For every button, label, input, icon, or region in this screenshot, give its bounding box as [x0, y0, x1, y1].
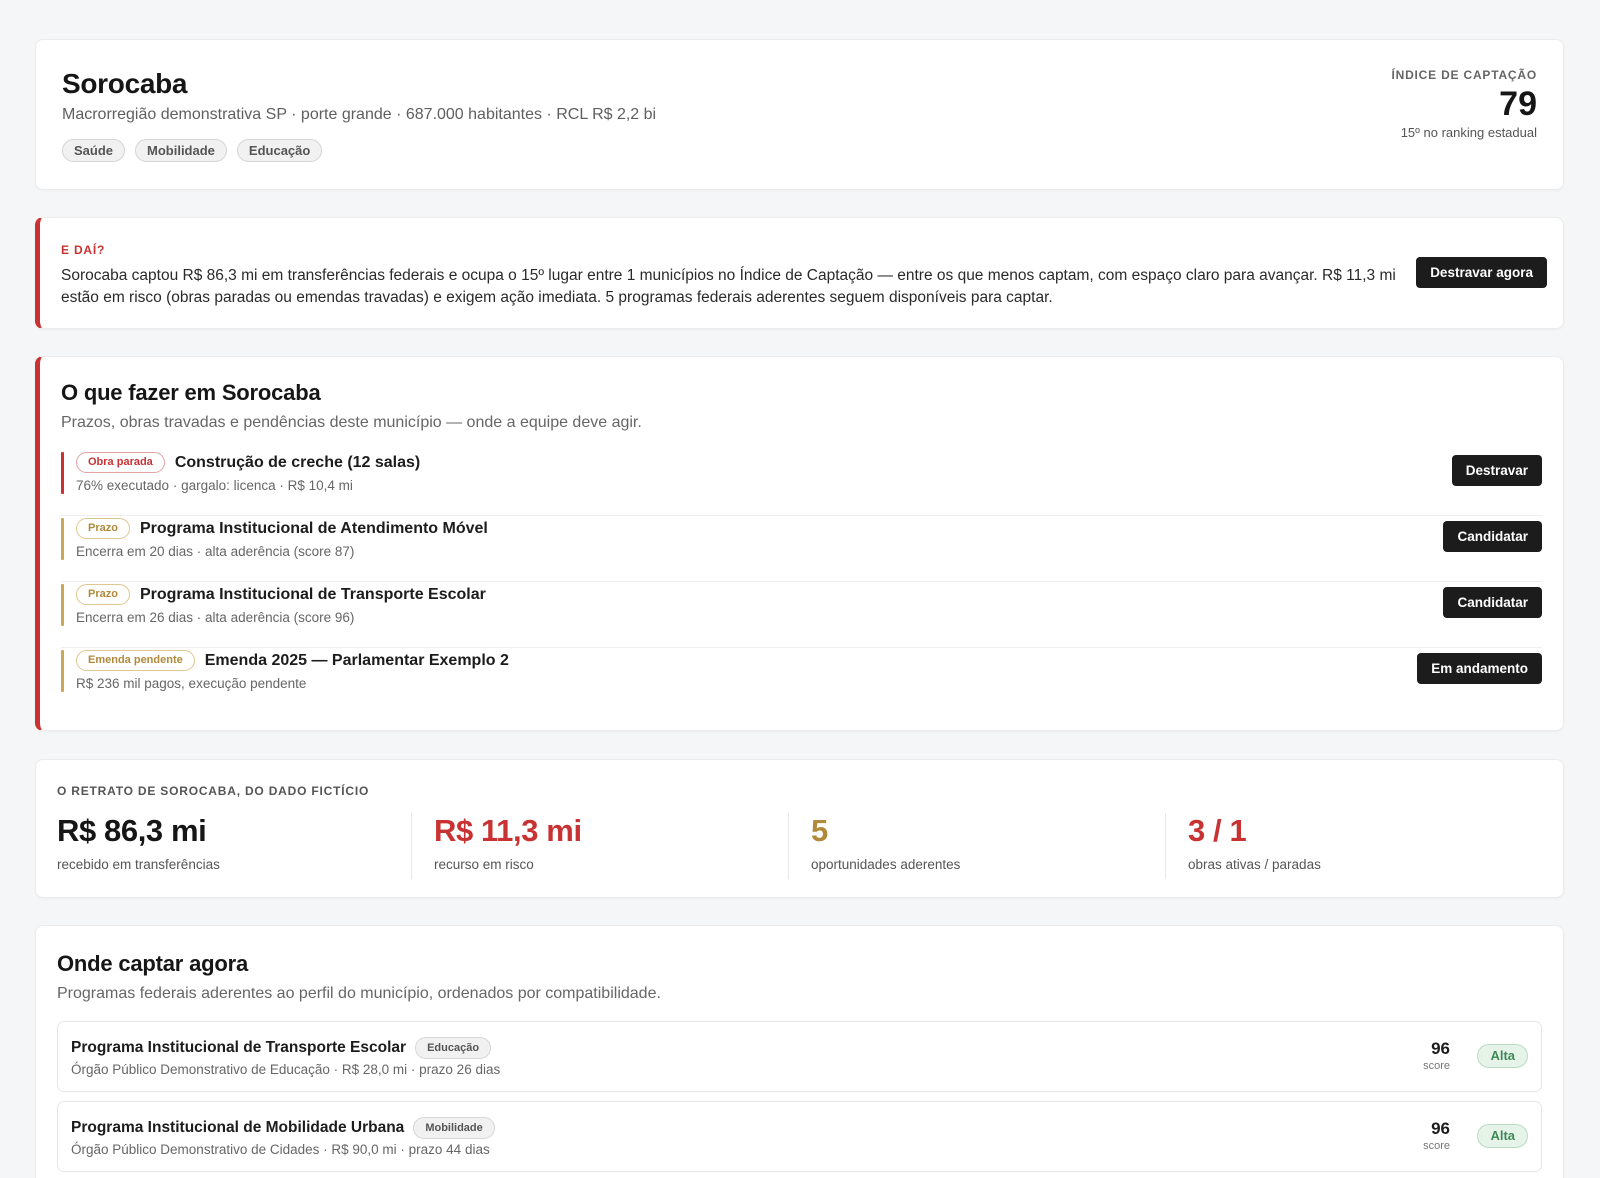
action-item-meta: Encerra em 26 dias · alta aderência (sco…: [76, 610, 355, 625]
program-tag: Educação: [415, 1037, 492, 1059]
action-item-accent-bar: [61, 452, 64, 494]
stat-value: 3 / 1: [1188, 813, 1247, 848]
capture-index-label: ÍNDICE DE CAPTAÇÃO: [1391, 68, 1537, 82]
stats-row: R$ 86,3 mi recebido em transferências R$…: [57, 813, 1542, 879]
action-item: Prazo Programa Institucional de Atendime…: [61, 516, 1542, 582]
stats-kicker: O RETRATO DE SOROCABA, DO DADO FICTÍCIO: [57, 784, 370, 798]
action-item-title: Programa Institucional de Transporte Esc…: [139, 585, 486, 603]
programs-list: Programa Institucional de Transporte Esc…: [57, 1021, 1542, 1178]
status-badge: Emenda pendente: [76, 650, 195, 671]
in-progress-button[interactable]: Em andamento: [1417, 653, 1542, 684]
action-item-title: Construção de creche (12 salas): [174, 453, 421, 471]
program-item[interactable]: Programa Institucional de Transporte Esc…: [57, 1021, 1542, 1092]
action-item-meta: R$ 236 mil pagos, execução pendente: [76, 676, 307, 691]
action-item-title: Emenda 2025 — Parlamentar Exemplo 2: [204, 651, 509, 669]
program-meta: Órgão Público Demonstrativo de Cidades ·…: [71, 1142, 490, 1157]
apply-button[interactable]: Candidatar: [1443, 521, 1542, 552]
stat-at-risk: R$ 11,3 mi recurso em risco: [411, 813, 788, 879]
program-tag: Mobilidade: [413, 1117, 495, 1139]
tag-saude[interactable]: Saúde: [62, 139, 126, 162]
action-item: Obra parada Construção de creche (12 sal…: [61, 450, 1542, 516]
insight-card: E DAÍ? Sorocaba captou R$ 86,3 mi em tra…: [35, 217, 1564, 329]
status-badge: Obra parada: [76, 452, 165, 473]
action-item: Prazo Programa Institucional de Transpor…: [61, 582, 1542, 648]
capture-index: ÍNDICE DE CAPTAÇÃO 79 15º no ranking est…: [1391, 68, 1537, 140]
unlock-now-button[interactable]: Destravar agora: [1416, 257, 1547, 288]
stat-received: R$ 86,3 mi recebido em transferências: [57, 813, 411, 879]
action-item-accent-bar: [61, 650, 64, 692]
score-value: 96: [1431, 1119, 1450, 1138]
action-item-accent-bar: [61, 518, 64, 560]
status-badge: Prazo: [76, 518, 130, 539]
programs-title: Onde captar agora: [57, 951, 248, 976]
municipality-header-card: Sorocaba Macrorregião demonstrativa SP ·…: [35, 39, 1564, 190]
program-item[interactable]: Programa Institucional de Mobilidade Urb…: [57, 1101, 1542, 1172]
stat-label: recebido em transferências: [57, 857, 220, 872]
insight-kicker: E DAÍ?: [61, 243, 106, 257]
stat-label: oportunidades aderentes: [811, 857, 961, 872]
tag-mobilidade[interactable]: Mobilidade: [135, 139, 227, 162]
theme-tags: Saúde Mobilidade Educação: [62, 139, 323, 162]
action-items-title: O que fazer em Sorocaba: [61, 380, 321, 405]
insight-text: Sorocaba captou R$ 86,3 mi em transferên…: [61, 267, 1396, 306]
action-items-subtitle: Prazos, obras travadas e pendências dest…: [61, 414, 642, 431]
stat-works: 3 / 1 obras ativas / paradas: [1165, 813, 1542, 879]
program-score: 96 score: [1423, 1119, 1450, 1152]
action-item-meta: Encerra em 20 dias · alta aderência (sco…: [76, 544, 355, 559]
unlock-button[interactable]: Destravar: [1451, 455, 1542, 486]
stats-card: O RETRATO DE SOROCABA, DO DADO FICTÍCIO …: [35, 759, 1564, 898]
stat-value: 5: [811, 813, 828, 848]
action-item-title: Programa Institucional de Atendimento Mó…: [139, 519, 488, 537]
stat-label: obras ativas / paradas: [1188, 857, 1321, 872]
program-score: 96 score: [1423, 1039, 1450, 1072]
program-title: Programa Institucional de Mobilidade Urb…: [71, 1119, 405, 1136]
capture-index-rank: 15º no ranking estadual: [1400, 125, 1537, 140]
program-meta: Órgão Público Demonstrativo de Educação …: [71, 1062, 501, 1077]
score-label: score: [1423, 1140, 1450, 1152]
stat-label: recurso em risco: [434, 857, 534, 872]
tag-educacao[interactable]: Educação: [236, 139, 323, 162]
page-title: Sorocaba: [62, 68, 188, 99]
action-items-card: O que fazer em Sorocaba Prazos, obras tr…: [35, 356, 1564, 731]
action-item-meta: 76% executado · gargalo: licenca · R$ 10…: [76, 478, 353, 493]
action-item-accent-bar: [61, 584, 64, 626]
municipality-subtitle: Macrorregião demonstrativa SP · porte gr…: [62, 106, 657, 123]
programs-subtitle: Programas federais aderentes ao perfil d…: [57, 985, 661, 1002]
stat-value: R$ 11,3 mi: [434, 813, 582, 848]
programs-card: Onde captar agora Programas federais ade…: [35, 925, 1564, 1178]
score-value: 96: [1431, 1039, 1450, 1058]
action-items-list: Obra parada Construção de creche (12 sal…: [61, 450, 1542, 714]
apply-button[interactable]: Candidatar: [1443, 587, 1542, 618]
compatibility-badge: Alta: [1477, 1044, 1528, 1068]
status-badge: Prazo: [76, 584, 130, 605]
stat-value: R$ 86,3 mi: [57, 813, 207, 848]
action-item: Emenda pendente Emenda 2025 — Parlamenta…: [61, 648, 1542, 714]
capture-index-value: 79: [1499, 85, 1537, 123]
stat-opportunities: 5 oportunidades aderentes: [788, 813, 1165, 879]
score-label: score: [1423, 1060, 1450, 1072]
program-title: Programa Institucional de Transporte Esc…: [71, 1039, 407, 1056]
compatibility-badge: Alta: [1477, 1124, 1528, 1148]
